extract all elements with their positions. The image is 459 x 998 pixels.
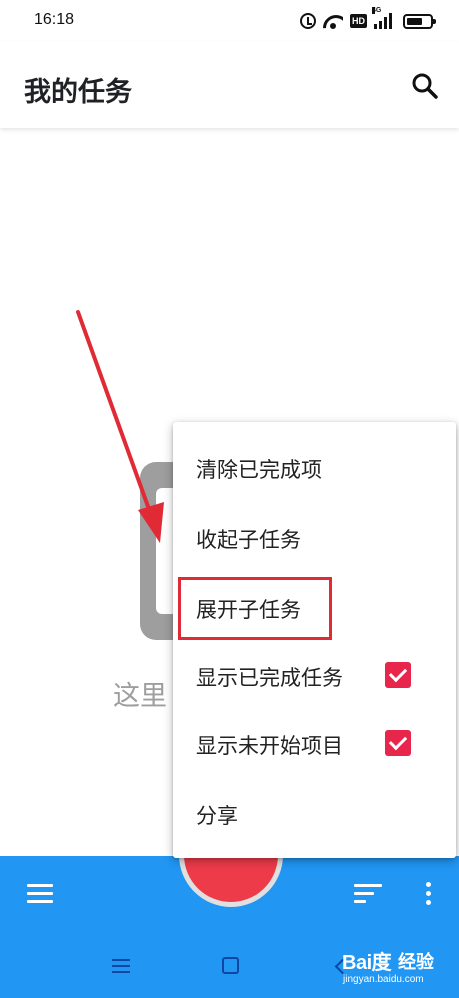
checkbox-checked-icon[interactable]	[385, 662, 411, 688]
alarm-icon	[300, 13, 316, 29]
menu-item-label: 显示已完成任务	[196, 666, 343, 690]
menu-item-show-completed[interactable]: 显示已完成任务	[173, 646, 456, 706]
app-bar: 我的任务	[0, 42, 459, 128]
page-title: 我的任务	[24, 77, 132, 108]
overflow-menu: 清除已完成项 收起子任务 展开子任务 显示已完成任务 显示未开始项目 分享	[173, 422, 456, 858]
home-icon[interactable]	[222, 957, 239, 974]
network-type-label: 4G	[372, 7, 382, 14]
search-button[interactable]	[405, 66, 445, 106]
empty-state-text: 这里	[113, 681, 167, 712]
wifi-icon	[323, 13, 343, 29]
signal-icon: 4G	[372, 7, 392, 29]
more-options-button[interactable]	[415, 880, 441, 908]
watermark: Bai度 经验 jingyan.baidu.com	[340, 946, 456, 994]
search-icon	[412, 73, 438, 99]
menu-item-clear-completed[interactable]: 清除已完成项	[173, 438, 456, 498]
menu-item-label: 收起子任务	[196, 528, 301, 552]
watermark-sub: 经验	[398, 952, 434, 973]
checkbox-checked-icon[interactable]	[385, 730, 411, 756]
status-icons: HD 4G	[300, 7, 436, 32]
menu-item-label: 清除已完成项	[196, 458, 322, 482]
menu-item-show-unstarted[interactable]: 显示未开始项目	[173, 714, 456, 774]
menu-item-share[interactable]: 分享	[173, 784, 456, 844]
watermark-url: jingyan.baidu.com	[343, 974, 424, 985]
menu-item-collapse-subtasks[interactable]: 收起子任务	[173, 508, 456, 568]
status-bar: 16:18 HD 4G	[0, 0, 459, 42]
battery-icon	[403, 13, 436, 29]
sort-button[interactable]	[352, 882, 384, 906]
menu-button[interactable]	[25, 882, 55, 906]
menu-item-label: 分享	[196, 804, 238, 828]
recent-apps-icon[interactable]	[112, 958, 130, 974]
status-time: 16:18	[34, 11, 75, 28]
hd-icon: HD	[350, 14, 367, 28]
watermark-logo: Bai度	[342, 952, 392, 974]
menu-item-label: 显示未开始项目	[196, 734, 343, 758]
annotation-highlight-box	[178, 577, 332, 640]
